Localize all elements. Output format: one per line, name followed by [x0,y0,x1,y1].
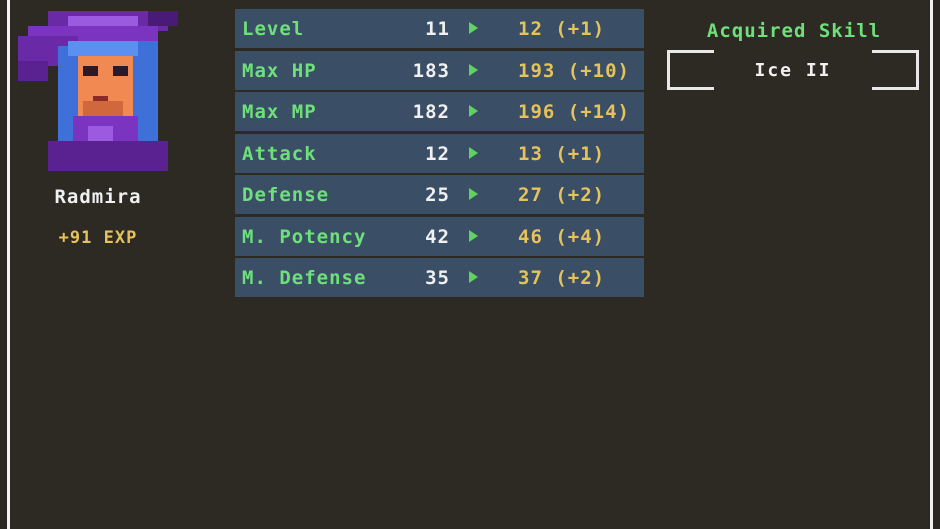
stat-new-value: 37 (+2) [518,267,606,289]
stat-row-defense: Defense 25 27 (+2) [235,175,644,214]
stat-old-value: 183 [412,59,450,82]
stats-table: Level 11 12 (+1) Max HP 183 193 (+10) Ma… [235,9,644,300]
stat-new-value: 46 (+4) [518,225,606,248]
character-portrait [18,11,178,171]
left-border [7,0,10,529]
stat-label: Max HP [242,59,317,82]
stat-old-value: 42 [425,225,450,248]
stat-row-level: Level 11 12 (+1) [235,9,644,48]
arrow-right-icon [469,22,478,34]
stat-label: Level [242,18,305,40]
right-border [930,0,933,529]
character-name: Radmira [54,186,142,208]
arrow-right-icon [469,271,478,283]
stat-old-value: 25 [425,184,450,206]
stat-old-value: 35 [425,267,450,289]
arrow-right-icon [469,146,478,159]
stat-row-m-potency: M. Potency 42 46 (+4) [235,216,644,256]
stat-new-value: 196 (+14) [518,101,630,123]
stat-row-attack: Attack 12 13 (+1) [235,133,644,173]
arrow-right-icon [469,105,478,117]
acquired-skill-title: Acquired Skill [706,20,882,42]
stat-old-value: 11 [425,18,450,40]
arrow-right-icon [469,229,478,242]
acquired-skill-name: Ice II [754,60,832,81]
stat-row-m-defense: M. Defense 35 37 (+2) [235,258,644,297]
stat-row-max-mp: Max MP 182 196 (+14) [235,92,644,131]
stat-new-value: 13 (+1) [518,142,606,165]
arrow-right-icon [469,63,478,76]
stat-label: Attack [242,142,317,165]
stat-new-value: 12 (+1) [518,18,606,40]
stat-row-max-hp: Max HP 183 193 (+10) [235,50,644,90]
stat-label: M. Defense [242,267,367,289]
stat-new-value: 27 (+2) [518,184,606,206]
arrow-right-icon [469,188,478,200]
stat-label: Max MP [242,101,317,123]
exp-gain: +91 EXP [58,228,138,248]
stat-label: Defense [242,184,330,206]
stat-old-value: 12 [425,142,450,165]
stat-new-value: 193 (+10) [518,59,630,82]
acquired-skill-frame: Ice II [667,50,919,90]
stat-old-value: 182 [412,101,450,123]
stat-label: M. Potency [242,225,367,248]
